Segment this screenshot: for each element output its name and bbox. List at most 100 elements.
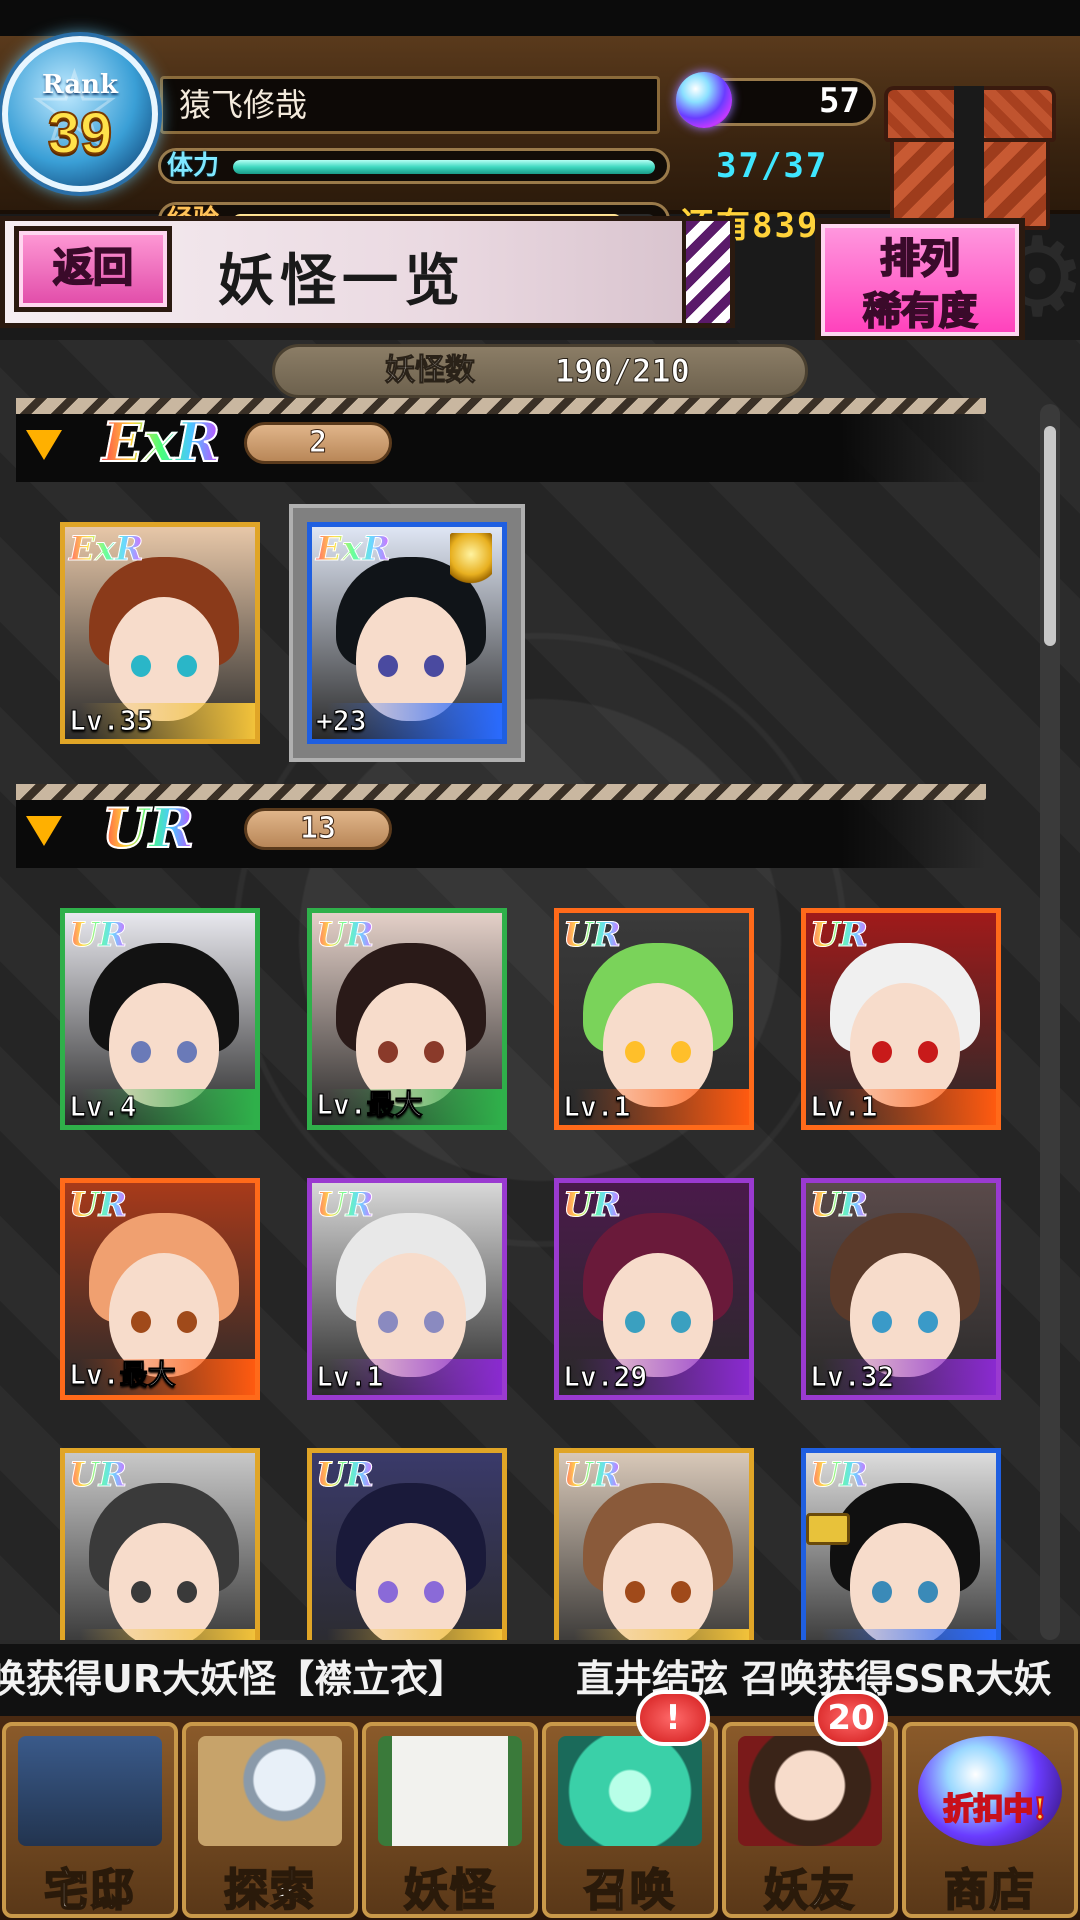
monster-card[interactable]: UR Lv.32	[801, 1178, 1001, 1400]
card-level: Lv.32	[809, 1360, 895, 1394]
nav-summon[interactable]: 召唤 !	[542, 1690, 718, 1918]
stamina-bar: 体力	[158, 148, 670, 184]
title-stripe	[682, 221, 730, 323]
monster-eye	[131, 1041, 151, 1063]
monster-card[interactable]: UR Lv.29	[554, 1178, 754, 1400]
page-title: 妖怪一览	[218, 248, 466, 314]
card-level: Lv.1	[809, 1090, 878, 1124]
monster-eye	[177, 1041, 197, 1063]
monster-card[interactable]: UR Lv.1	[554, 908, 754, 1130]
monster-card[interactable]: ExR Lv.35	[60, 522, 260, 744]
monster-eye	[378, 1311, 398, 1333]
monster-eye	[424, 1581, 444, 1603]
nav-explore[interactable]: 探索	[182, 1722, 358, 1918]
section-rarity: UR	[101, 795, 195, 861]
mansion-icon	[18, 1736, 162, 1846]
discount-banner: 折扣中!	[942, 1791, 1047, 1828]
monster-eye	[177, 1311, 197, 1333]
monster-eye	[424, 1041, 444, 1063]
section-header-ur[interactable]: UR 13	[16, 784, 986, 868]
monster-card[interactable]: UR Lv.1	[307, 1178, 507, 1400]
monster-eye	[625, 1311, 645, 1333]
monster-count-label: 妖怪数	[385, 353, 476, 389]
monster-eye	[625, 1581, 645, 1603]
section-count: 13	[244, 808, 392, 850]
card-rarity-tag: UR	[810, 1185, 869, 1226]
sort-title: 排列	[879, 234, 961, 283]
monster-card[interactable]: ExR +23	[307, 522, 507, 744]
monster-eye	[131, 655, 151, 677]
card-level: Lv.1	[562, 1090, 631, 1124]
nav-monsters[interactable]: 妖怪	[362, 1722, 538, 1918]
monster-card[interactable]: UR Lv.最大	[60, 1178, 260, 1400]
rank-badge[interactable]: ☆ Rank 39	[2, 36, 158, 192]
monster-eye	[131, 1581, 151, 1603]
monster-eye	[872, 1311, 892, 1333]
stamina-label: 体力	[167, 151, 220, 181]
lock-icon	[806, 1513, 850, 1545]
stamina-fill	[233, 160, 655, 174]
fox-girl-icon	[738, 1736, 882, 1846]
card-level: Lv.最大	[316, 1088, 424, 1122]
player-header: 猿飞修哉 57 体力 37/37 经验 还有839	[0, 36, 1080, 246]
card-rarity-tag: ExR	[315, 529, 391, 570]
bottom-nav: 宅邸 探索 妖怪 召唤 ! 妖友 20 商店 折扣中!	[0, 1690, 1080, 1920]
card-level: Lv.29	[562, 1360, 648, 1394]
back-button-label: 返回	[52, 243, 134, 292]
monster-eye	[671, 1041, 691, 1063]
nav-friends[interactable]: 妖友 20	[722, 1690, 898, 1918]
monster-card[interactable]: UR	[307, 1448, 507, 1670]
magnifier-map-icon	[198, 1736, 342, 1846]
card-rarity-tag: ExR	[68, 529, 144, 570]
card-rarity-tag: UR	[563, 915, 622, 956]
pentagram-icon	[558, 1736, 702, 1846]
card-rarity-tag: UR	[810, 1455, 869, 1496]
monster-card[interactable]: UR	[60, 1448, 260, 1670]
monster-card[interactable]: UR	[554, 1448, 754, 1670]
monster-card[interactable]: UR	[801, 1448, 1001, 1670]
nav-mansion[interactable]: 宅邸	[2, 1722, 178, 1918]
collapse-arrow-icon[interactable]	[26, 816, 62, 846]
back-button[interactable]: 返回	[14, 226, 172, 312]
nav-label: 妖怪	[403, 1864, 496, 1917]
player-name-box: 猿飞修哉	[160, 76, 660, 134]
gem-count: 57	[819, 81, 860, 121]
card-level: Lv.最大	[69, 1358, 177, 1392]
monster-eye	[625, 1041, 645, 1063]
monster-eye	[378, 1041, 398, 1063]
nav-label: 探索	[223, 1864, 316, 1917]
card-rarity-tag: UR	[810, 915, 869, 956]
monster-eye	[177, 1581, 197, 1603]
news-ticker: 唤获得UR大妖怪【襟立衣】 直井结弦 召唤获得SSR大妖	[0, 1640, 1080, 1716]
monster-card[interactable]: UR Lv.最大	[307, 908, 507, 1130]
nav-label: 宅邸	[43, 1864, 136, 1917]
monster-eye	[378, 655, 398, 677]
card-rarity-tag: UR	[316, 1455, 375, 1496]
collapse-arrow-icon[interactable]	[26, 430, 62, 460]
sort-button[interactable]: 排列 稀有度	[815, 218, 1025, 342]
nav-label: 妖友	[763, 1864, 856, 1917]
nav-shop[interactable]: 商店 折扣中!	[902, 1722, 1078, 1918]
section-header-exr[interactable]: ExR 2	[16, 398, 986, 482]
scroll-thumb[interactable]	[1044, 426, 1056, 646]
card-rarity-tag: UR	[69, 1185, 128, 1226]
monster-count-pill: 妖怪数 190/210	[272, 344, 808, 398]
monster-eye	[671, 1581, 691, 1603]
monster-card[interactable]: UR Lv.4	[60, 908, 260, 1130]
card-rarity-tag: UR	[563, 1185, 622, 1226]
monster-eye	[177, 655, 197, 677]
monster-eye	[378, 1581, 398, 1603]
rank-label: Rank	[42, 70, 118, 100]
card-rarity-tag: UR	[563, 1455, 622, 1496]
gold-medal-icon	[450, 533, 492, 589]
card-level: Lv.4	[68, 1090, 137, 1124]
monster-list[interactable]: 妖怪数 190/210 ExR 2 ExR Lv.35 ExR +23 UR 1…	[0, 340, 1080, 1670]
ticker-message: 唤获得UR大妖怪【襟立衣】	[0, 1657, 467, 1701]
monster-card[interactable]: UR Lv.1	[801, 908, 1001, 1130]
card-rarity-tag: UR	[69, 1455, 128, 1496]
card-level: Lv.35	[68, 704, 154, 738]
monster-count-value: 190/210	[555, 352, 691, 391]
monster-eye	[918, 1311, 938, 1333]
monster-eye	[424, 655, 444, 677]
rank-value: 39	[47, 100, 114, 167]
